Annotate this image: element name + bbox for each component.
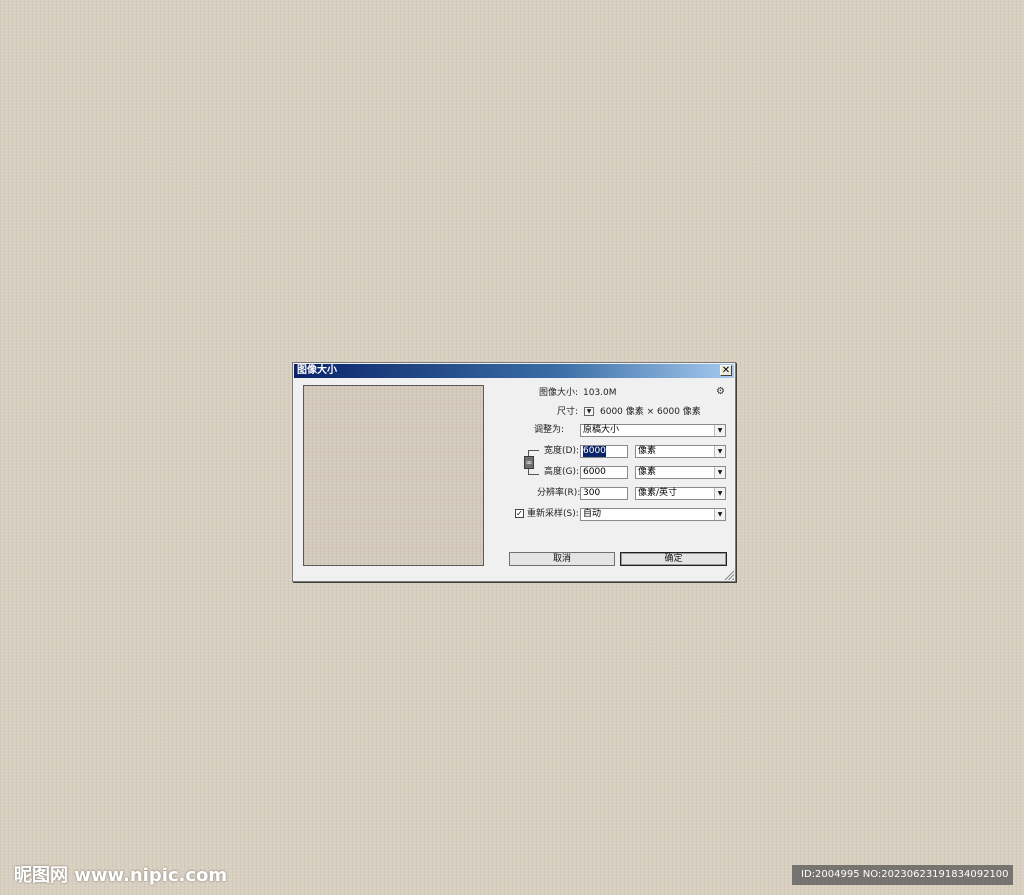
resample-select[interactable]: 自动 ▼ xyxy=(580,508,726,521)
resize-grip-icon[interactable] xyxy=(723,569,734,580)
watermark-logo: 昵图网 www.nipic.com xyxy=(14,865,228,886)
cancel-button[interactable]: 取消 xyxy=(509,552,615,566)
checkmark-icon: ✓ xyxy=(516,509,523,518)
image-size-value: 103.0M xyxy=(583,388,617,398)
link-icon[interactable]: ∞ xyxy=(524,456,534,469)
width-unit-value: 像素 xyxy=(638,446,657,456)
image-size-label: 图像大小: xyxy=(539,388,579,398)
resample-value: 自动 xyxy=(583,509,602,519)
height-unit-select[interactable]: 像素 ▼ xyxy=(635,466,726,479)
width-unit-select[interactable]: 像素 ▼ xyxy=(635,445,726,458)
resolution-unit-select[interactable]: 像素/英寸 ▼ xyxy=(635,487,726,500)
resolution-value: 300 xyxy=(583,488,601,498)
width-label: 宽度(D): xyxy=(544,446,579,456)
height-unit-value: 像素 xyxy=(638,467,657,477)
fit-to-label: 调整为: xyxy=(534,425,565,435)
chevron-down-icon: ▼ xyxy=(714,467,725,478)
height-label: 高度(G): xyxy=(544,467,580,477)
dimensions-value: 6000 像素 × 6000 像素 xyxy=(600,407,701,417)
resolution-input[interactable]: 300 xyxy=(580,487,628,500)
close-button[interactable]: ✕ xyxy=(720,365,732,376)
fit-to-select[interactable]: 原稿大小 ▼ xyxy=(580,424,726,437)
height-input[interactable]: 6000 xyxy=(580,466,628,479)
image-preview[interactable] xyxy=(303,385,484,566)
chevron-down-icon: ▼ xyxy=(714,425,725,436)
chevron-down-icon: ▼ xyxy=(714,446,725,457)
width-value: 6000 xyxy=(583,446,606,457)
image-size-dialog: 图像大小 ✕ 图像大小: 103.0M ⚙ 尺寸: ▼ 6000 像素 × 60… xyxy=(292,362,736,582)
fit-to-value: 原稿大小 xyxy=(583,425,620,435)
chevron-down-icon: ▼ xyxy=(714,488,725,499)
chevron-down-icon: ▼ xyxy=(586,408,592,415)
dialog-title: 图像大小 xyxy=(297,365,337,376)
chevron-down-icon: ▼ xyxy=(714,509,725,520)
dialog-titlebar[interactable]: 图像大小 ✕ xyxy=(294,364,734,378)
ok-button[interactable]: 确定 xyxy=(620,552,727,566)
gear-icon[interactable]: ⚙ xyxy=(716,387,725,397)
watermark-id: ID:2004995 NO:20230623191834092100 xyxy=(792,865,1013,885)
dimensions-unit-dropdown[interactable]: ▼ xyxy=(584,407,594,416)
width-input[interactable]: 6000 xyxy=(580,445,628,458)
close-icon: ✕ xyxy=(721,365,731,376)
resample-checkbox[interactable]: ✓ xyxy=(515,509,524,518)
resolution-label: 分辨率(R): xyxy=(537,488,581,498)
dimensions-label: 尺寸: xyxy=(557,407,579,417)
resolution-unit-value: 像素/英寸 xyxy=(638,488,678,498)
resample-label: 重新采样(S): xyxy=(527,509,579,519)
height-value: 6000 xyxy=(583,467,606,477)
